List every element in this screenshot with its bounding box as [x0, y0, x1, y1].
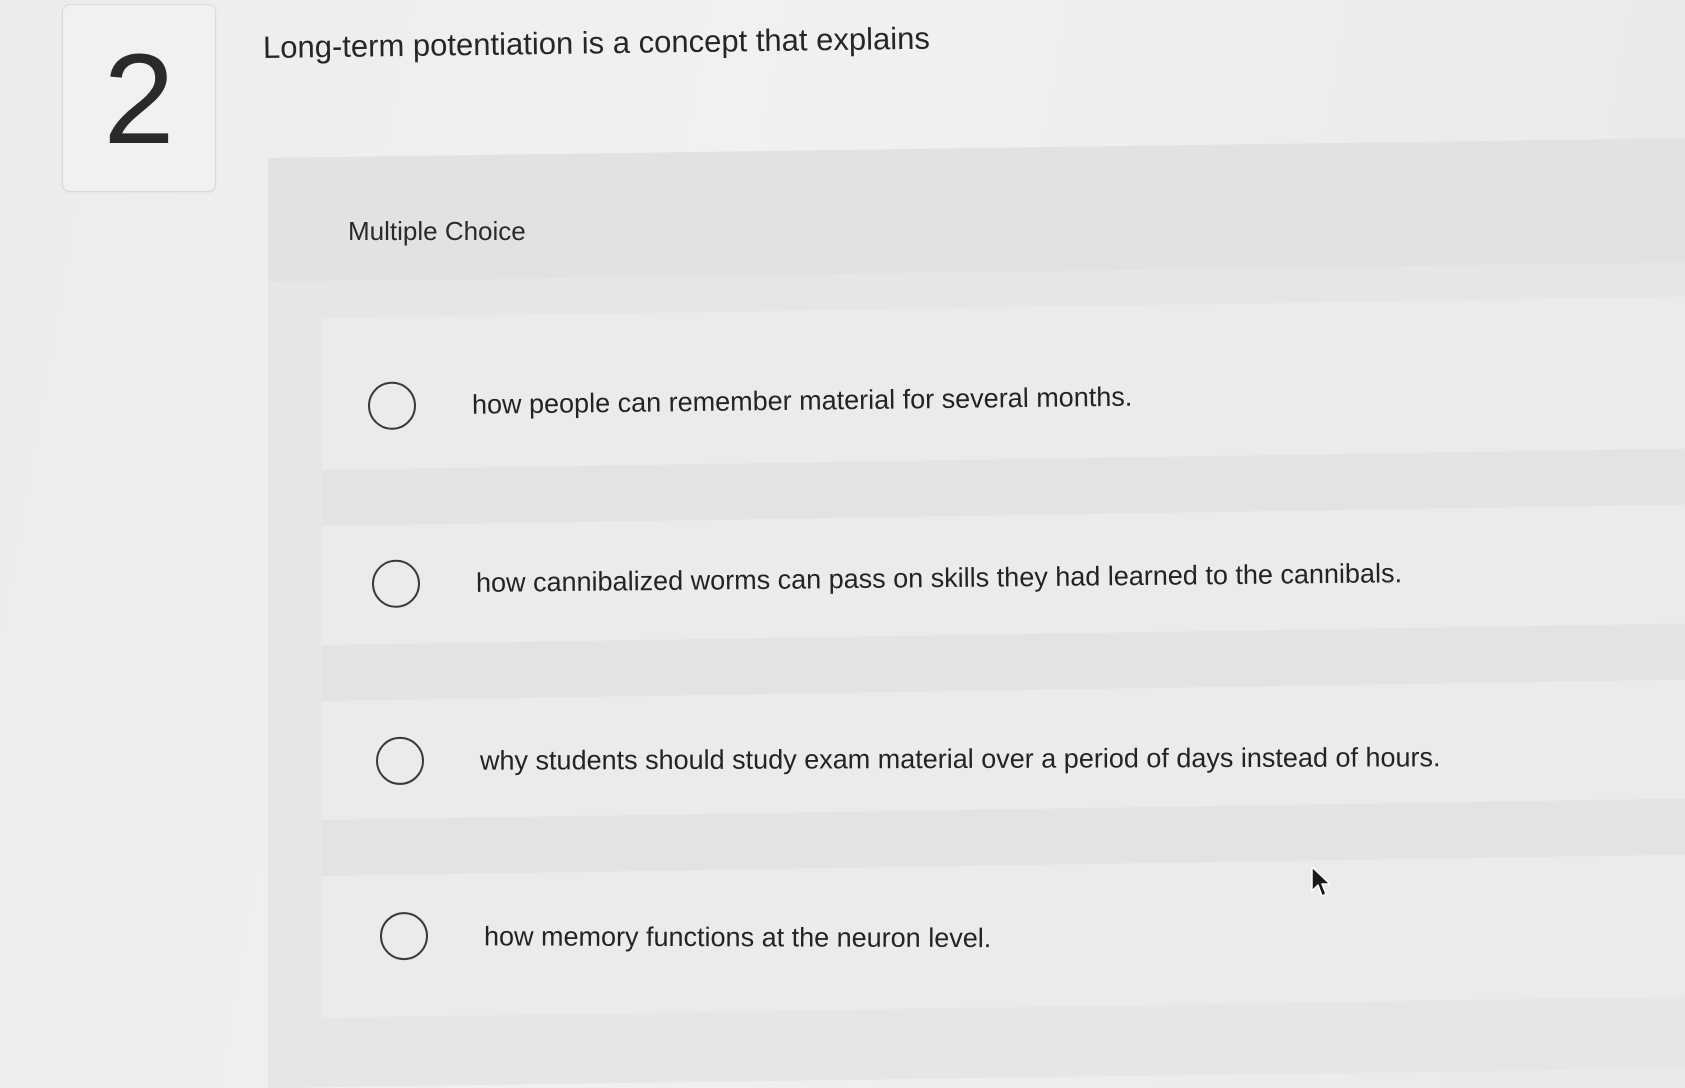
choice-option-text: how people can remember material for sev… — [471, 381, 1133, 420]
choice-option-text: why students should study exam material … — [479, 741, 1441, 776]
choice-option-4[interactable]: how memory functions at the neuron level… — [379, 912, 992, 962]
choice-option-text: how memory functions at the neuron level… — [483, 920, 992, 953]
question-number: 2 — [103, 28, 175, 171]
choice-option-1[interactable]: how people can remember material for sev… — [367, 373, 1133, 430]
choice-option-3[interactable]: why students should study exam material … — [375, 733, 1441, 785]
radio-button-icon[interactable] — [367, 381, 417, 430]
question-number-box: 2 — [62, 4, 216, 192]
radio-button-icon[interactable] — [379, 912, 429, 961]
radio-button-icon[interactable] — [371, 559, 421, 608]
multiple-choice-label: Multiple Choice — [348, 216, 526, 246]
multiple-choice-header — [268, 138, 1685, 282]
radio-button-icon[interactable] — [375, 736, 425, 785]
choice-option-text: how cannibalized worms can pass on skill… — [475, 557, 1403, 598]
mouse-pointer-icon — [1311, 866, 1331, 897]
